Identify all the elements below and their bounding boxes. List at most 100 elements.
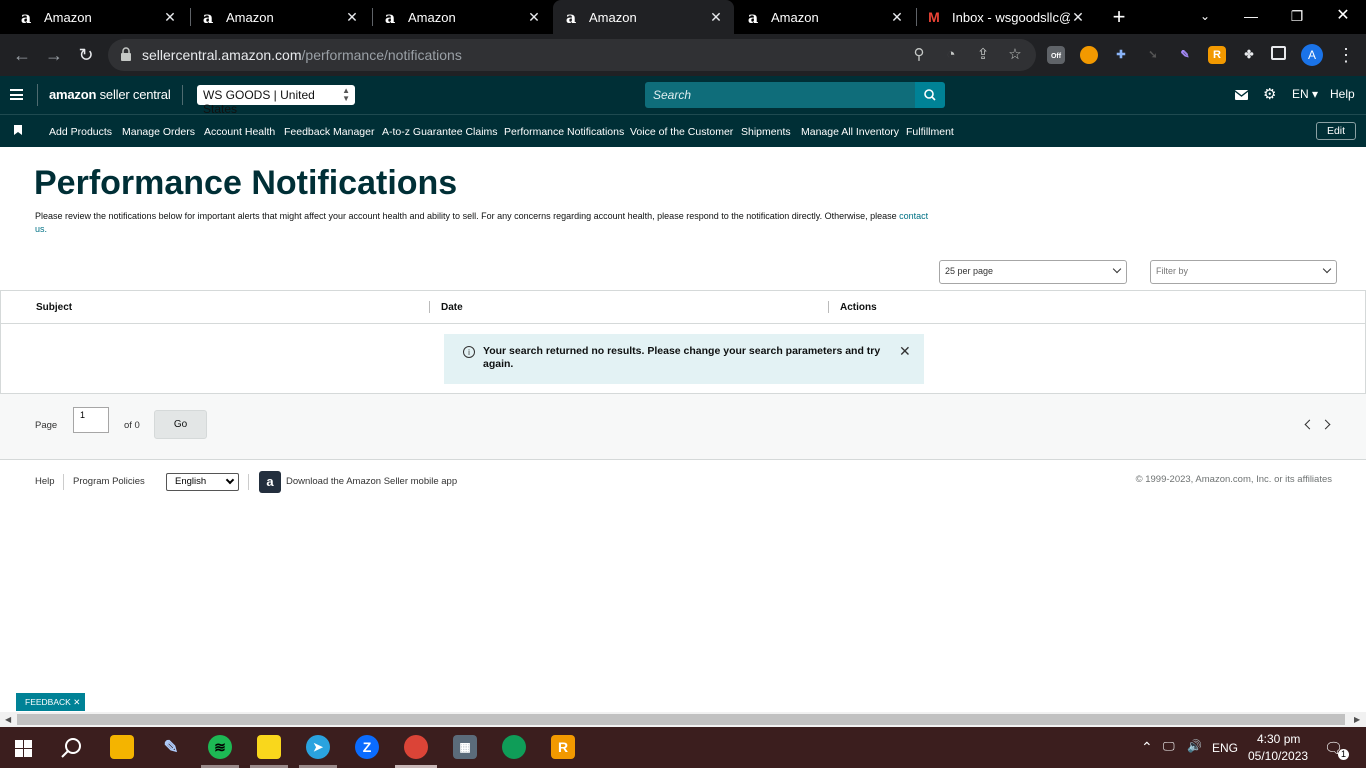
- seller-central-logo[interactable]: amazon seller central: [49, 87, 171, 102]
- zoom-app-icon[interactable]: Z: [355, 735, 379, 759]
- address-bar[interactable]: sellercentral.amazon.com/performance/not…: [108, 39, 1036, 71]
- clock-time[interactable]: 4:30 pm: [1257, 732, 1300, 746]
- volume-icon[interactable]: 🔊: [1187, 739, 1202, 753]
- extension-dark-icon[interactable]: ➘: [1144, 46, 1162, 64]
- search-input[interactable]: [645, 82, 915, 108]
- previous-page-icon[interactable]: [1304, 419, 1315, 430]
- nav-fulfillment[interactable]: Fulfillment: [906, 126, 954, 138]
- zoom-icon[interactable]: ⚲: [910, 46, 928, 64]
- profile-avatar[interactable]: A: [1301, 44, 1323, 66]
- search-icon[interactable]: [61, 737, 83, 759]
- calculator-icon[interactable]: ▦: [453, 735, 477, 759]
- nav-a-to-z-claims[interactable]: A-to-z Guarantee Claims: [382, 126, 498, 138]
- close-icon[interactable]: ✕: [73, 697, 80, 707]
- spotify-icon[interactable]: ≋: [208, 735, 232, 759]
- per-page-dropdown[interactable]: 25 per page: [939, 260, 1127, 284]
- page-title: Performance Notifications: [34, 164, 458, 202]
- bookmark-star-icon[interactable]: ☆: [1006, 46, 1024, 64]
- nav-manage-orders[interactable]: Manage Orders: [122, 126, 195, 138]
- network-icon[interactable]: 🖵: [1163, 739, 1175, 754]
- telegram-icon[interactable]: ➤: [306, 735, 330, 759]
- close-icon[interactable]: ✕: [344, 9, 360, 26]
- close-icon[interactable]: ✕: [708, 9, 724, 26]
- feedback-button[interactable]: FEEDBACK ✕: [16, 693, 85, 711]
- close-icon[interactable]: ✕: [526, 9, 542, 26]
- forward-icon[interactable]: →: [42, 43, 66, 67]
- language-selector[interactable]: EN ▾: [1292, 87, 1318, 101]
- amazon-favicon-icon: a: [20, 7, 32, 27]
- nav-feedback-manager[interactable]: Feedback Manager: [284, 126, 374, 138]
- column-header-date[interactable]: Date: [441, 302, 463, 313]
- restore-button[interactable]: ❐: [1274, 0, 1320, 34]
- bookmark-icon[interactable]: [14, 125, 22, 135]
- scroll-left-icon[interactable]: ◀: [5, 715, 11, 724]
- clock-date[interactable]: 05/10/2023: [1248, 749, 1308, 763]
- performance-icon[interactable]: ◔: [942, 46, 960, 64]
- windows-start-icon[interactable]: [15, 740, 32, 757]
- help-link[interactable]: Help: [1330, 87, 1355, 101]
- reload-icon[interactable]: ↻: [74, 43, 98, 67]
- footer-help-link[interactable]: Help: [35, 476, 55, 487]
- close-icon[interactable]: ✕: [899, 343, 911, 360]
- close-icon[interactable]: ✕: [1070, 9, 1086, 26]
- extension-off-icon[interactable]: Off: [1047, 46, 1065, 64]
- extension-r-icon[interactable]: R: [1208, 46, 1226, 64]
- new-tab-button[interactable]: +: [1108, 3, 1130, 31]
- amazon-app-icon[interactable]: a: [259, 471, 281, 493]
- extensions-puzzle-icon[interactable]: ✤: [1240, 46, 1258, 64]
- nav-account-health[interactable]: Account Health: [204, 126, 275, 138]
- nav-shipments[interactable]: Shipments: [741, 126, 791, 138]
- program-policies-link[interactable]: Program Policies: [73, 476, 145, 487]
- browser-tab[interactable]: a Amazon ✕: [8, 0, 188, 34]
- store-selector[interactable]: WS GOODS | United States ▲ ▼: [197, 85, 355, 116]
- scroll-right-icon[interactable]: ▶: [1354, 715, 1360, 724]
- filter-by-dropdown[interactable]: Filter by: [1150, 260, 1337, 284]
- browser-tab[interactable]: a Amazon ✕: [735, 0, 915, 34]
- edit-nav-button[interactable]: Edit: [1316, 122, 1356, 140]
- side-panel-icon[interactable]: [1271, 46, 1286, 60]
- browser-tab[interactable]: a Amazon ✕: [372, 0, 552, 34]
- close-icon[interactable]: ✕: [889, 9, 905, 26]
- scrollbar-thumb[interactable]: [17, 714, 1345, 725]
- file-explorer-icon[interactable]: [110, 735, 134, 759]
- notepad-icon[interactable]: ✎: [159, 735, 183, 759]
- r-app-icon[interactable]: R: [551, 735, 575, 759]
- close-icon[interactable]: ✕: [162, 9, 178, 26]
- mail-icon[interactable]: [1235, 90, 1248, 100]
- page-number-input[interactable]: [73, 407, 109, 433]
- browser-tab[interactable]: a Amazon ✕: [190, 0, 370, 34]
- back-icon[interactable]: ←: [10, 43, 34, 67]
- minimize-button[interactable]: —: [1228, 0, 1274, 34]
- settings-gear-icon[interactable]: ⚙: [1263, 85, 1276, 103]
- kebab-menu-icon[interactable]: ⋮: [1334, 43, 1358, 67]
- close-window-button[interactable]: ✕: [1320, 0, 1366, 34]
- browser-tab[interactable]: M Inbox - wsgoodsllc@ ✕: [916, 0, 1096, 34]
- chrome-icon[interactable]: [502, 735, 526, 759]
- amazon-favicon-icon: a: [202, 7, 214, 27]
- chrome-profile-icon[interactable]: [404, 735, 428, 759]
- amazon-favicon-icon: a: [747, 7, 759, 27]
- extension-orange-icon[interactable]: [1080, 46, 1098, 64]
- tab-search-chevron-icon[interactable]: ⌄: [1182, 0, 1228, 34]
- nav-voice-of-customer[interactable]: Voice of the Customer: [630, 126, 733, 138]
- nav-manage-all-inventory[interactable]: Manage All Inventory: [801, 126, 899, 138]
- extension-puzzle-blue-icon[interactable]: ✚: [1112, 46, 1130, 64]
- column-header-subject[interactable]: Subject: [36, 302, 72, 313]
- footer-language-select[interactable]: English: [166, 473, 239, 491]
- extension-feather-icon[interactable]: ✎: [1176, 46, 1194, 64]
- go-button[interactable]: Go: [154, 410, 207, 439]
- next-page-icon[interactable]: [1320, 419, 1331, 430]
- download-app-link[interactable]: Download the Amazon Seller mobile app: [286, 476, 457, 487]
- nav-performance-notifications[interactable]: Performance Notifications: [504, 126, 624, 138]
- nav-add-products[interactable]: Add Products: [49, 126, 112, 138]
- footer-divider: [63, 474, 64, 490]
- input-language[interactable]: ENG: [1212, 741, 1238, 755]
- browser-tab-active[interactable]: a Amazon ✕: [553, 0, 734, 34]
- share-icon[interactable]: ⇪: [974, 46, 992, 64]
- header-divider: [182, 85, 183, 105]
- horizontal-scrollbar[interactable]: ◀ ▶: [0, 712, 1366, 727]
- sticky-notes-icon[interactable]: [257, 735, 281, 759]
- search-button[interactable]: [915, 82, 945, 108]
- chevron-up-icon[interactable]: ⌃: [1141, 739, 1153, 756]
- hamburger-menu-icon[interactable]: [10, 89, 23, 100]
